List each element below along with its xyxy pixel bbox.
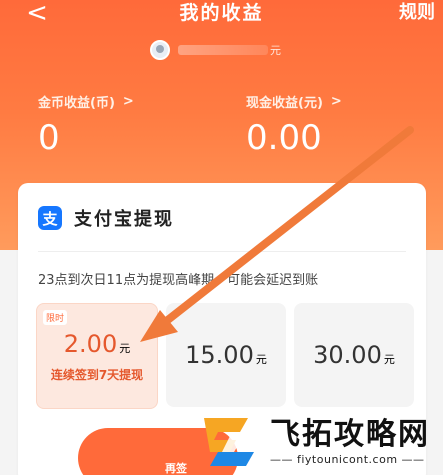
watermark-url: —— fiytounicont.com ——: [270, 453, 425, 466]
masked-username: [178, 45, 268, 55]
cash-earnings-label-row: 现金收益(元) >: [246, 92, 342, 111]
option-amount: 2.00: [63, 329, 118, 358]
option-unit: 元: [383, 353, 395, 366]
limited-badge: 限时: [43, 310, 68, 325]
watermark-text: 飞拓攻略网 —— fiytounicont.com ——: [270, 417, 430, 467]
user-info: 元: [150, 40, 281, 60]
coin-earnings-value: 0: [38, 118, 60, 158]
amount-option-30[interactable]: 30.00 元: [294, 303, 414, 407]
coin-earnings-label-row: 金币收益(币) >: [38, 92, 134, 111]
cash-earnings-label: 现金收益(元): [246, 96, 323, 111]
option-amount: 15.00: [185, 341, 254, 369]
option-amount: 30.00: [313, 341, 382, 369]
chevron-right-icon: >: [122, 94, 134, 109]
watermark-title: 飞拓攻略网: [270, 417, 430, 452]
card-title: 支付宝提现: [74, 209, 174, 230]
rules-link[interactable]: 规则: [399, 0, 435, 26]
user-suffix: 元: [270, 44, 281, 57]
option-unit: 元: [119, 341, 131, 355]
option-unit: 元: [255, 353, 267, 366]
coin-earnings-label: 金币收益(币): [38, 96, 115, 111]
divider: [38, 251, 406, 252]
chevron-right-icon: >: [330, 94, 342, 109]
amount-option-2[interactable]: 限时 2.00 元 连续签到7天提现: [36, 303, 158, 409]
alipay-icon: 支: [38, 206, 62, 230]
amount-options: 限时 2.00 元 连续签到7天提现 15.00 元 30.00 元: [36, 303, 414, 409]
amount-option-15[interactable]: 15.00 元: [166, 303, 286, 407]
sign-in-button-label: 再签: [165, 462, 187, 475]
withdraw-notice: 23点到次日11点为提现高峰期，可能会延迟到账: [38, 273, 319, 288]
card-header: 支 支付宝提现: [38, 205, 174, 231]
page-title: 我的收益: [179, 2, 264, 24]
cash-earnings[interactable]: 现金收益(元) > 0.00: [246, 92, 342, 155]
site-watermark: 飞拓攻略网 —— fiytounicont.com ——: [196, 408, 430, 475]
site-logo-icon: [204, 418, 254, 466]
screen: < 我的收益 规则 元 金币收益(币) > 0 现金收益(元) > 0.00 支: [0, 0, 443, 475]
cash-earnings-value: 0.00: [246, 118, 322, 158]
coin-earnings[interactable]: 金币收益(币) > 0: [38, 92, 134, 155]
option-condition: 连续签到7天提现: [50, 367, 144, 382]
avatar: [150, 40, 170, 60]
